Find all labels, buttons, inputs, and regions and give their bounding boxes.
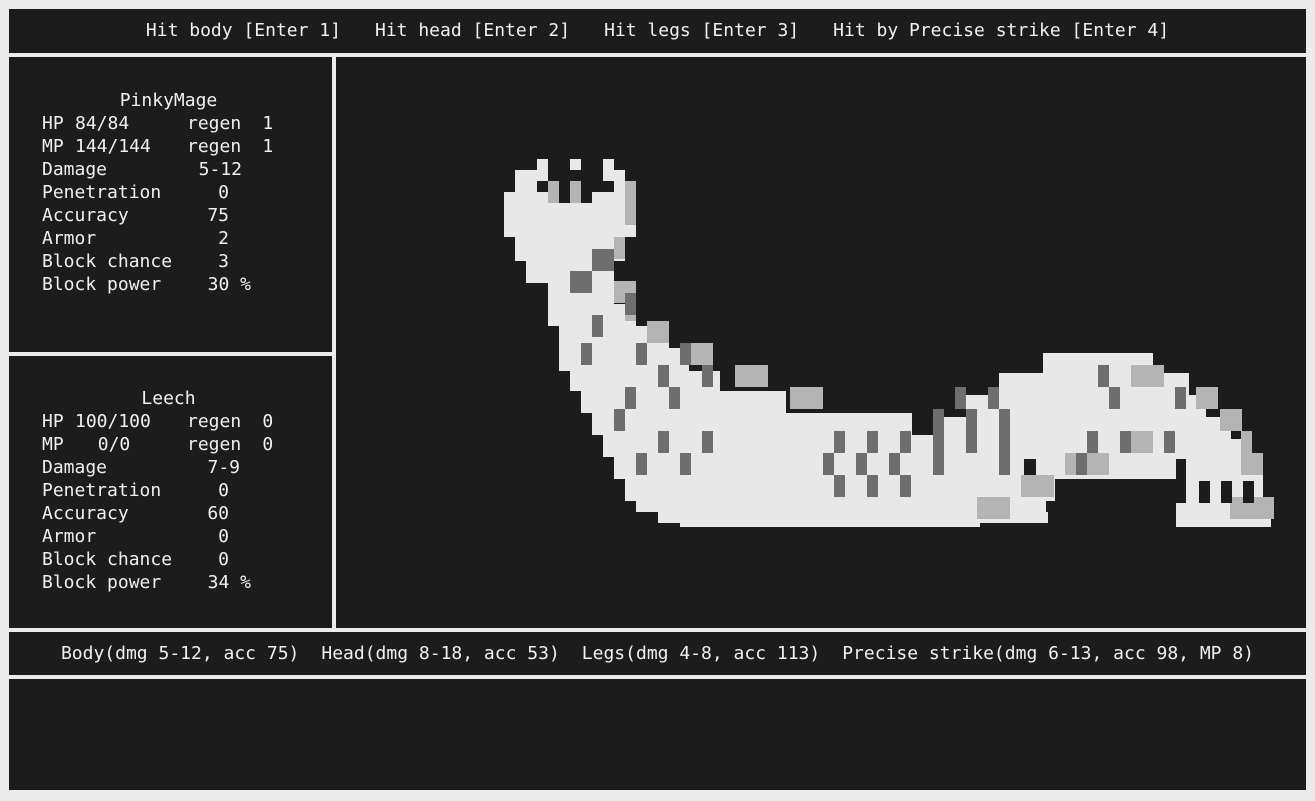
mp-label: MP [42,434,64,455]
enemy-mp: 0/0 [97,434,131,455]
stat-row: Block power 34 % [42,571,302,594]
stat-row: Penetration 0 [42,479,302,502]
enemy-stats: Leech HP 100/100 regen 0 MP 0/0 regen 0 … [42,387,302,594]
stat-value: 60 [207,503,229,524]
leech-sprite [504,159,1274,527]
stat-label: Damage [42,159,108,180]
command-hit-body[interactable]: Hit body [Enter 1] [146,9,341,53]
stat-value: 2 [218,228,229,249]
stat-value: 75 [207,205,229,226]
enemy-hp: 100/100 [75,411,151,432]
enemy-stats-panel: Leech HP 100/100 regen 0 MP 0/0 regen 0 … [9,356,332,628]
stat-label: Block chance [42,251,173,272]
hp-label: HP [42,113,64,134]
stat-row: Armor 0 [42,525,302,548]
player-mp-row: MP 144/144 regen 1 [42,135,302,158]
stat-row: Damage 5-12 [42,158,302,181]
leech-body [504,159,1271,527]
enemy-name: Leech [141,388,196,409]
stat-value: 30 % [207,274,251,295]
stat-row: Block chance 0 [42,548,302,571]
regen-label: regen [187,113,242,134]
combat-log-panel [9,679,1306,790]
stat-row: Block power 30 % [42,273,302,296]
mp-label: MP [42,136,64,157]
player-hp: 84/84 [75,113,130,134]
enemy-mp-regen: 0 [262,434,274,455]
stat-label: Armor [42,228,97,249]
stat-value: 34 % [207,572,251,593]
command-hit-head[interactable]: Hit head [Enter 2] [375,9,570,53]
player-name: PinkyMage [119,90,218,111]
player-stats: PinkyMage HP 84/84 regen 1 MP 144/144 re… [42,89,302,296]
stat-label: Accuracy [42,205,129,226]
stat-label: Damage [42,457,108,478]
attack-list: Body(dmg 5-12, acc 75) Head(dmg 8-18, ac… [9,632,1306,675]
command-list: Hit body [Enter 1] Hit head [Enter 2] Hi… [9,9,1306,53]
attack-precise-strike-info: Precise strike(dmg 6-13, acc 98, MP 8) [842,643,1255,664]
player-mp: 144/144 [75,136,151,157]
regen-label: regen [187,136,242,157]
stat-row: Armor 2 [42,227,302,250]
stat-row: Block chance 3 [42,250,302,273]
stat-value: 7-9 [207,457,240,478]
stat-row: Accuracy 60 [42,502,302,525]
stat-row: Accuracy 75 [42,204,302,227]
stat-value: 0 [218,526,229,547]
player-stats-panel: PinkyMage HP 84/84 regen 1 MP 144/144 re… [9,57,332,352]
attack-legs-info: Legs(dmg 4-8, acc 113) [581,643,821,664]
stat-row: Damage 7-9 [42,456,302,479]
regen-label: regen [187,411,242,432]
attack-body-info: Body(dmg 5-12, acc 75) [60,643,300,664]
command-precise-strike[interactable]: Hit by Precise strike [Enter 4] [833,9,1169,53]
stat-label: Block power [42,274,162,295]
hp-label: HP [42,411,64,432]
attack-head-info: Head(dmg 8-18, acc 53) [321,643,560,664]
attack-info-bar: Body(dmg 5-12, acc 75) Head(dmg 8-18, ac… [9,632,1306,675]
stat-value: 3 [218,251,229,272]
command-bar: Hit body [Enter 1] Hit head [Enter 2] Hi… [9,9,1306,53]
player-hp-regen: 1 [262,113,274,134]
monster-view [336,57,1306,628]
stat-label: Armor [42,526,97,547]
player-mp-regen: 1 [262,136,274,157]
enemy-hp-row: HP 100/100 regen 0 [42,410,302,433]
enemy-hp-regen: 0 [262,411,274,432]
stat-label: Block power [42,572,162,593]
stat-label: Block chance [42,549,173,570]
stat-label: Penetration [42,182,162,203]
regen-label: regen [187,434,242,455]
command-hit-legs[interactable]: Hit legs [Enter 3] [604,9,799,53]
stat-value: 0 [218,182,229,203]
stat-row: Penetration 0 [42,181,302,204]
enemy-mp-row: MP 0/0 regen 0 [42,433,302,456]
stat-value: 0 [218,480,229,501]
player-hp-row: HP 84/84 regen 1 [42,112,302,135]
stat-label: Accuracy [42,503,129,524]
stat-value: 5-12 [198,159,242,180]
stat-value: 0 [218,549,229,570]
stat-label: Penetration [42,480,162,501]
